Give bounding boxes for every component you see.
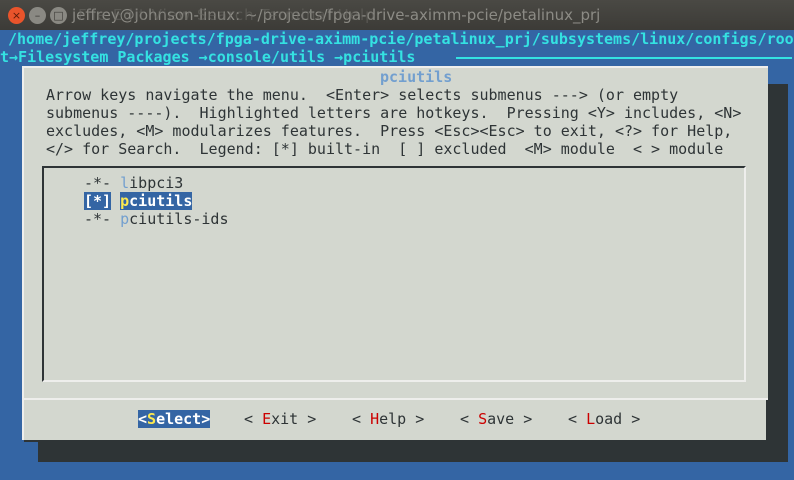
help-line: Arrow keys navigate the menu. <Enter> se… (46, 86, 679, 104)
close-window-button[interactable]: × (8, 7, 25, 24)
menu-bar[interactable]: File Edit View Search Terminal Help (78, 6, 376, 24)
button-help[interactable]: < Help > (352, 410, 424, 428)
button-text: elp (379, 410, 407, 428)
dialog-title: pciutils (374, 68, 459, 86)
button-text: > (622, 410, 641, 428)
item-text: ibpci3 (129, 174, 184, 192)
item-state[interactable]: -*- (84, 210, 111, 228)
maximize-window-button[interactable]: □ (50, 7, 67, 24)
button-text: xit (271, 410, 299, 428)
help-line: submenus ----). Highlighted letters are … (46, 104, 742, 122)
hotkey-letter: H (370, 410, 380, 428)
window-titlebar: × – □ jeffrey@johnson-linux: ~/projects/… (0, 0, 794, 30)
hotkey-letter: E (262, 410, 272, 428)
item-state[interactable]: -*- (84, 174, 111, 192)
button-exit[interactable]: < Exit > (244, 410, 316, 428)
menu-item[interactable]: [*] pciutils (84, 192, 193, 210)
item-text: ciutils (129, 192, 193, 210)
hotkey-letter: p (120, 192, 130, 210)
hotkey-letter: S (478, 410, 488, 428)
button-text: > (298, 410, 317, 428)
help-line: </> for Search. Legend: [*] built-in [ ]… (46, 140, 724, 158)
breadcrumb: t→Filesystem Packages →console/utils →pc… (0, 48, 416, 66)
menu-item[interactable]: -*- libpci3 (84, 174, 183, 192)
button-text: oad (595, 410, 623, 428)
button-save[interactable]: < Save > (460, 410, 532, 428)
menu-list[interactable]: -*- libpci3 [*] pciutils -*- pciutils-ids (42, 166, 746, 382)
minimize-window-button[interactable]: – (29, 7, 46, 24)
hotkey-letter: p (120, 210, 130, 228)
button-bar: <Select> < Exit > < Help > < Save > < Load > (24, 400, 768, 442)
config-path: /home/jeffrey/projects/fpga-drive-aximm-… (8, 30, 794, 48)
button-select[interactable]: <Select> (138, 410, 211, 428)
button-text: < (244, 410, 263, 428)
item-label: pciutils (120, 192, 193, 210)
menu-item[interactable]: -*- pciutils-ids (84, 210, 229, 228)
button-load[interactable]: < Load > (568, 410, 640, 428)
item-text: ciutils-ids (129, 210, 229, 228)
hotkey-letter: L (586, 410, 596, 428)
button-text: > (406, 410, 425, 428)
help-line: excludes, <M> modularizes features. Pres… (46, 122, 733, 140)
button-text: < (352, 410, 371, 428)
button-text: elect (156, 410, 202, 428)
button-text: > (514, 410, 533, 428)
hotkey-letter: l (120, 174, 130, 192)
button-text: < (568, 410, 587, 428)
button-text: ave (487, 410, 515, 428)
item-label: libpci3 (120, 174, 183, 192)
button-text: > (201, 410, 211, 428)
button-text: < (138, 410, 148, 428)
breadcrumb-rule (456, 57, 792, 59)
menuconfig-dialog: pciutils Arrow keys navigate the menu. <… (22, 66, 768, 442)
button-text: < (460, 410, 479, 428)
item-state[interactable]: [*] (84, 192, 112, 210)
item-label: pciutils-ids (120, 210, 228, 228)
help-text: Arrow keys navigate the menu. <Enter> se… (46, 86, 741, 158)
hotkey-letter: S (147, 410, 157, 428)
